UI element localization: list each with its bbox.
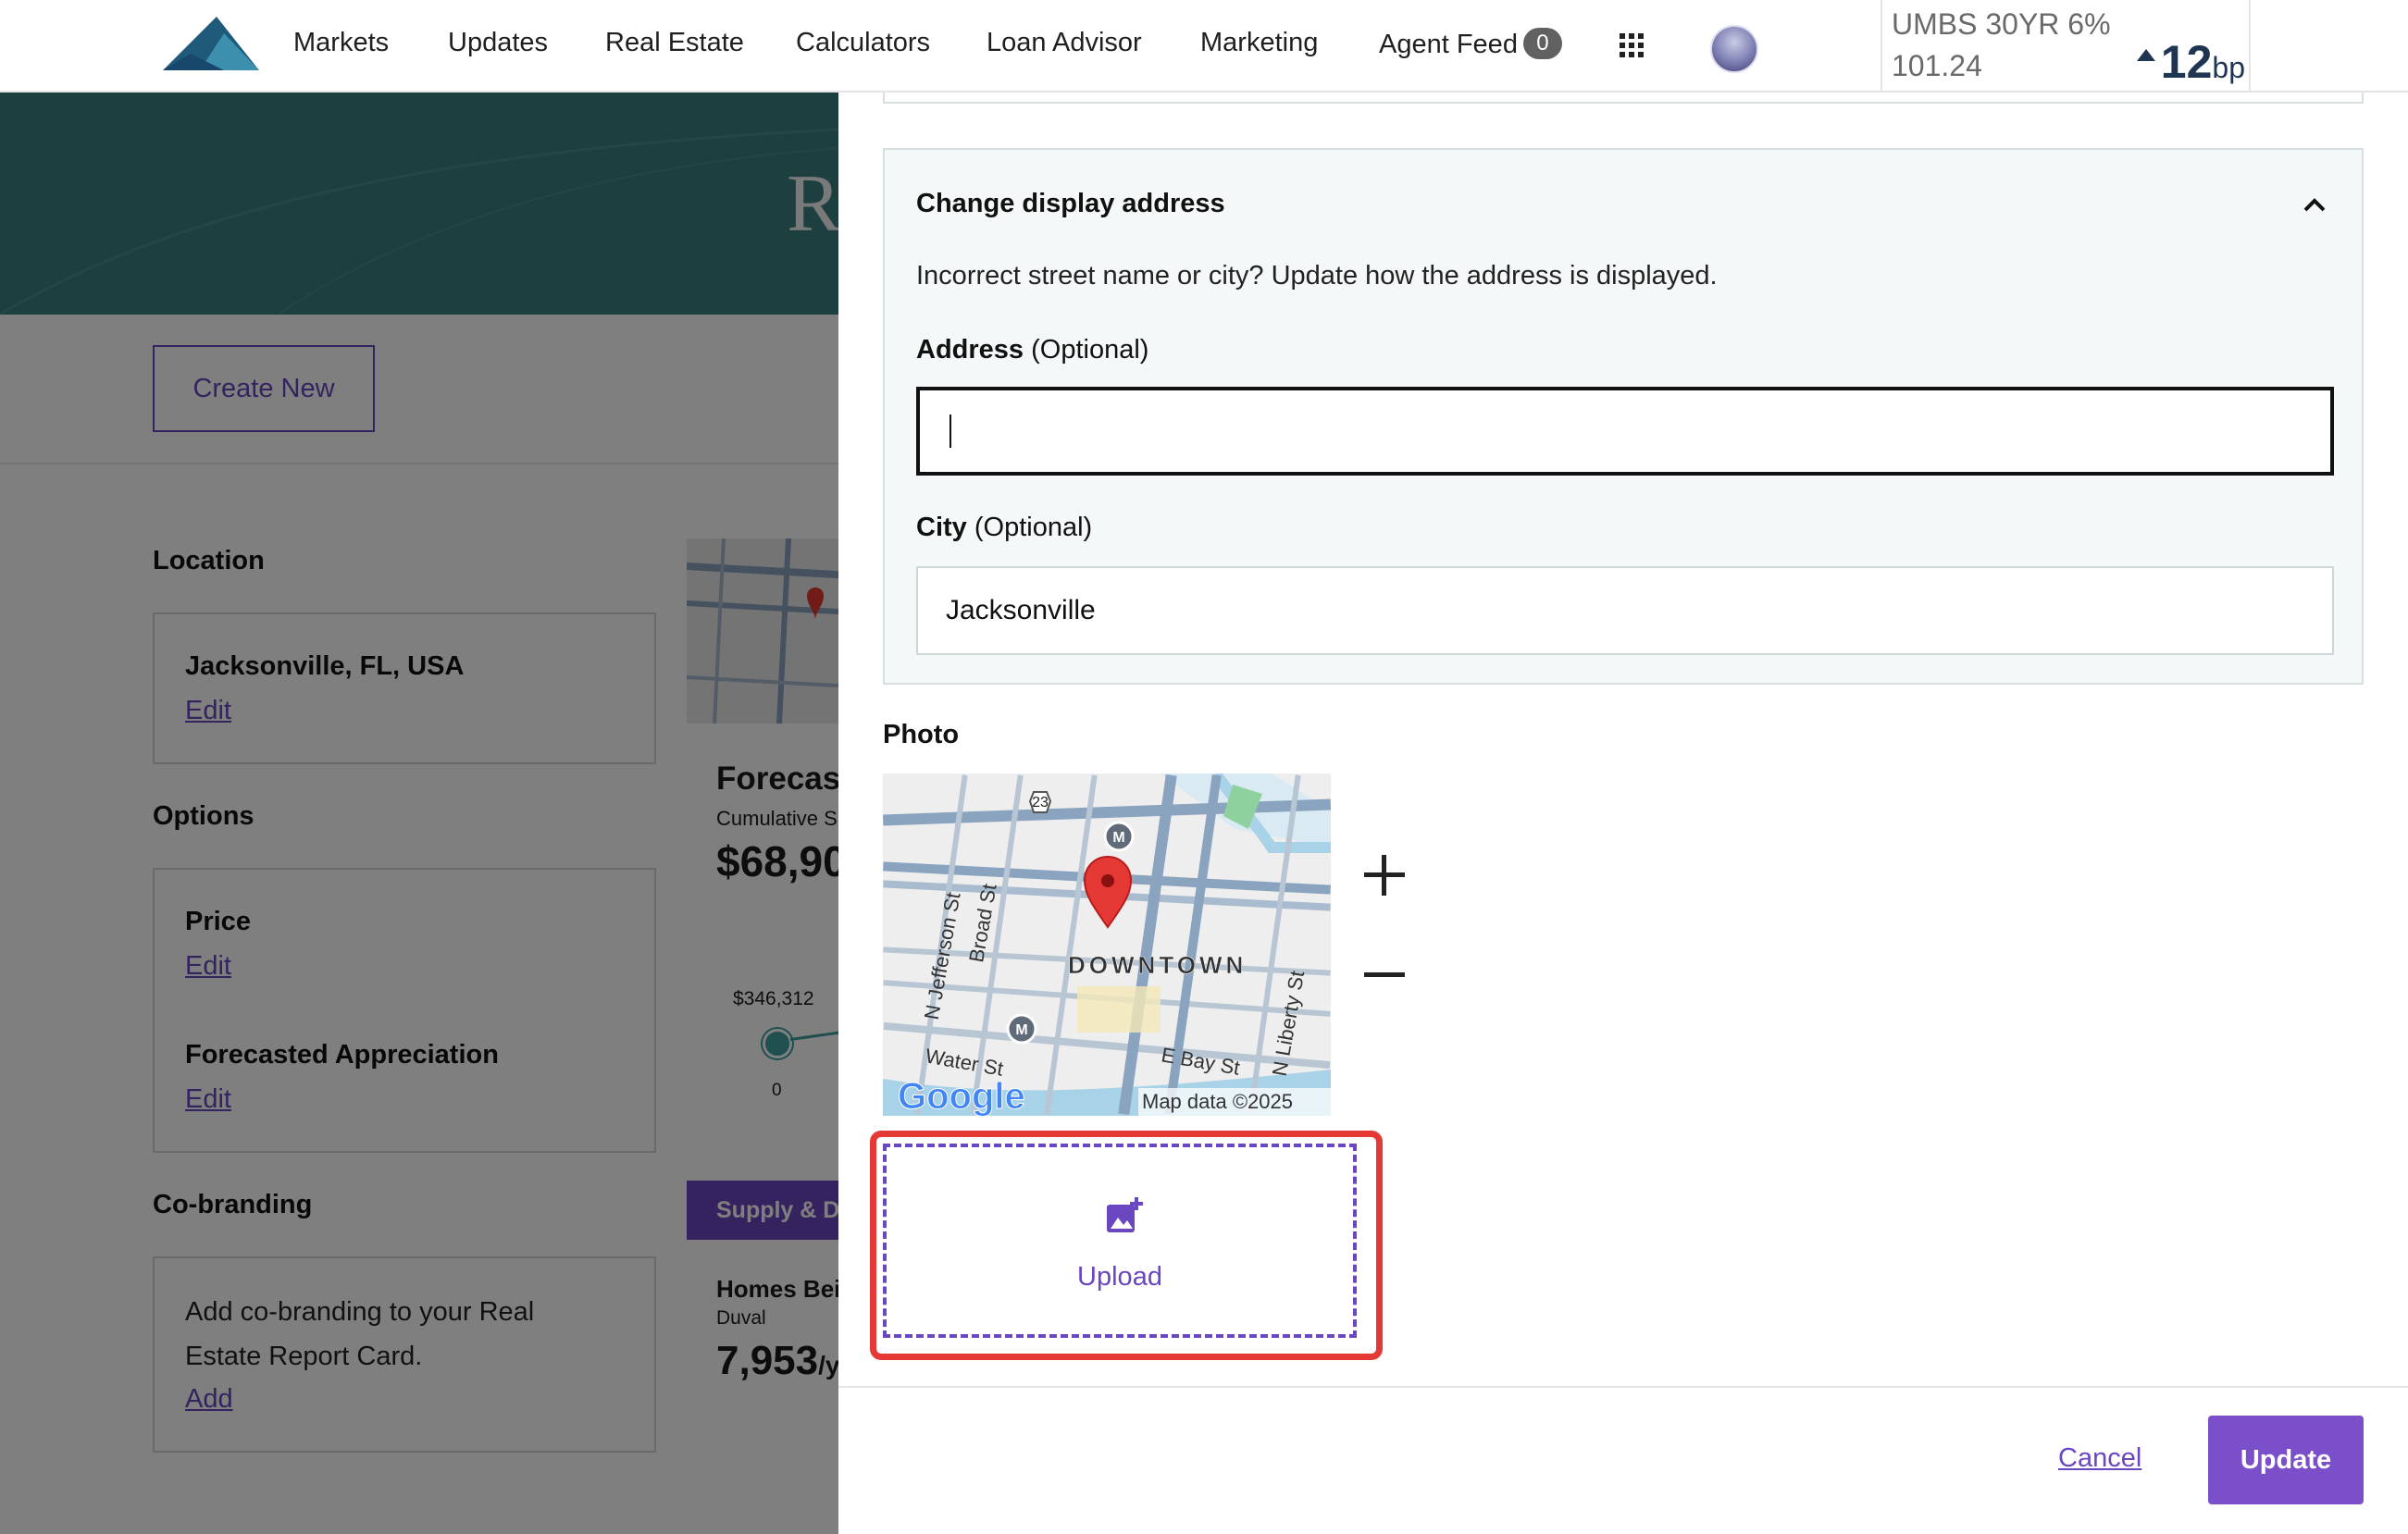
map-attribution: Map data ©2025	[1142, 1090, 1293, 1113]
arrow-up-icon	[2136, 49, 2155, 61]
user-avatar[interactable]	[1710, 25, 1758, 73]
ticker-change-value: 12	[2160, 36, 2213, 88]
ticker-change: 12bp	[2136, 35, 2245, 89]
mbs-ticker[interactable]: UMBS 30YR 6% 101.24 12bp	[1880, 0, 2251, 93]
chevron-up-icon[interactable]	[2299, 191, 2330, 218]
ticker-change-unit: bp	[2212, 51, 2245, 84]
modal-backdrop[interactable]	[0, 93, 838, 1534]
nav-agent-feed-label: Agent Feed	[1379, 30, 1518, 59]
display-address-description: Incorrect street name or city? Update ho…	[916, 261, 1718, 291]
city-label-text: City	[916, 513, 967, 542]
nav-calculators[interactable]: Calculators	[796, 28, 930, 58]
photo-map-preview[interactable]: 23 M M N Jefferson St Broad St N Liberty…	[883, 773, 1331, 1116]
agent-feed-count-badge: 0	[1522, 28, 1562, 59]
zoom-in-icon[interactable]	[1362, 853, 1407, 897]
update-button[interactable]: Update	[2208, 1416, 2364, 1504]
nav-loan-advisor[interactable]: Loan Advisor	[987, 28, 1142, 58]
nav-markets[interactable]: Markets	[293, 28, 389, 58]
address-field-label: Address (Optional)	[916, 335, 1148, 365]
nav-agent-feed[interactable]: Agent Feed 0	[1379, 28, 1562, 60]
address-optional-text: (Optional)	[1031, 335, 1149, 365]
ticker-name: UMBS 30YR 6%	[1892, 7, 2111, 41]
district-label: DOWNTOWN	[1068, 951, 1247, 979]
address-label-text: Address	[916, 335, 1024, 365]
add-photo-icon	[1107, 1197, 1143, 1232]
google-logo: Google	[898, 1076, 1025, 1116]
top-navigation: Markets Updates Real Estate Calculators …	[0, 0, 2408, 93]
nav-real-estate[interactable]: Real Estate	[605, 28, 744, 58]
previous-section-edge	[883, 93, 2364, 104]
text-caret	[950, 414, 951, 448]
ticker-price: 101.24	[1892, 49, 1982, 82]
metro-marker-label: M	[1112, 830, 1124, 846]
address-input[interactable]	[916, 387, 2334, 476]
cancel-button[interactable]: Cancel	[2058, 1443, 2141, 1474]
nav-marketing[interactable]: Marketing	[1200, 28, 1318, 58]
photo-label: Photo	[883, 720, 960, 749]
upload-label: Upload	[1077, 1262, 1162, 1292]
city-field-label: City (Optional)	[916, 513, 1092, 543]
drawer-footer-divider	[838, 1386, 2408, 1388]
display-address-title: Change display address	[916, 189, 1225, 218]
route-shield-label: 23	[1032, 795, 1049, 810]
upload-photo-button[interactable]: Upload	[883, 1144, 1357, 1338]
logo-mountain-icon[interactable]	[163, 17, 259, 70]
city-input[interactable]	[916, 566, 2334, 655]
metro-marker-label: M	[1015, 1022, 1027, 1038]
zoom-out-icon[interactable]	[1362, 953, 1407, 997]
apps-grid-icon[interactable]	[1620, 33, 1644, 57]
map-image: 23 M M N Jefferson St Broad St N Liberty…	[883, 773, 1331, 1116]
display-address-card: Change display address Incorrect street …	[883, 148, 2364, 685]
city-optional-text: (Optional)	[974, 513, 1093, 542]
nav-updates[interactable]: Updates	[448, 28, 548, 58]
edit-drawer: Change display address Incorrect street …	[838, 93, 2408, 1534]
